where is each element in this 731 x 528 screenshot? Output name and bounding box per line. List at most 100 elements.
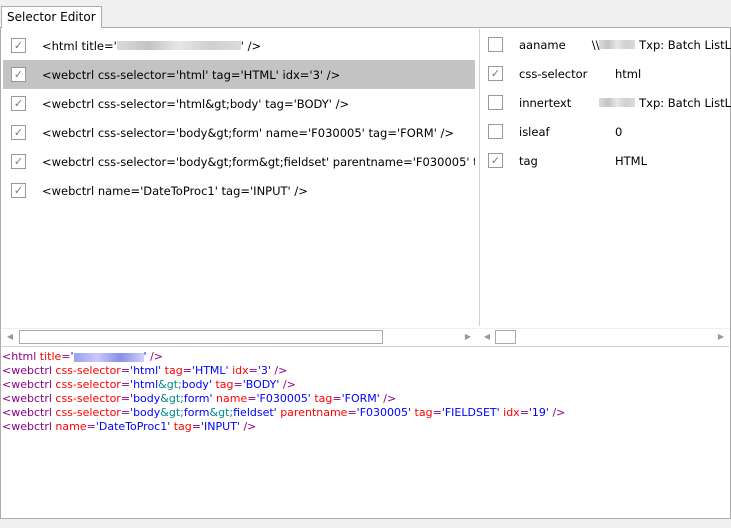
attribute-name: css-selector [519,66,588,81]
attribute-row[interactable]: aaname \\ Txp: Batch ListL [480,30,731,59]
editor-line: <webctrl css-selector='html' tag='HTML' … [2,364,729,378]
xml-punct: = [182,364,192,377]
xml-attr-name: tag [161,364,183,377]
xml-attr-value: 'F030005' [256,392,311,405]
attribute-row[interactable]: ✓ css-selector html [480,59,731,88]
checkbox[interactable] [488,124,503,139]
xml-attr-value: 'html' [130,364,162,377]
xml-punct: <webctrl [2,406,56,419]
attribute-value: \\ Txp: Batch ListL [592,38,731,52]
attribute-value: Txp: Batch ListL [599,96,731,110]
xml-attr-value: 'FORM' [341,392,380,405]
xml-attr-name: css-selector [55,392,121,405]
checkbox[interactable]: ✓ [11,154,26,169]
xml-attr-value: 'F030005' [356,406,412,419]
checkmark-icon: ✓ [13,126,24,139]
attribute-name: innertext [519,95,572,110]
xml-punct: = [120,378,131,391]
xml-attr-name: tag [211,378,234,391]
attribute-name: tag [519,153,538,168]
xml-attr-name: name [55,420,87,433]
attribute-list: aaname \\ Txp: Batch ListL ✓ css-selector ht… [479,29,731,326]
checkbox[interactable]: ✓ [11,67,26,82]
attribute-value-text: 0 [615,124,623,139]
xml-attr-name: css-selector [55,364,121,377]
redacted-value [116,41,241,50]
selector-row[interactable]: ✓ <webctrl name='DateToProc1' tag='INPUT'… [3,176,475,205]
xml-attr-value: body' [181,378,212,391]
xml-attr-value: 'HTML' [191,364,229,377]
selector-row[interactable]: ✓ <webctrl css-selector='body&gt;form&gt;… [3,147,475,176]
selector-text: <webctrl css-selector='html&gt;body' tag… [42,96,350,111]
xml-attr-name: tag [170,420,192,433]
selector-xml-editor[interactable]: <html title=' ' /> <webctrl css-selector='… [2,346,729,520]
xml-punct: /> [146,350,163,363]
xml-attr-value: 'DateToProc1' [95,420,171,433]
xml-attr-name: name [212,392,248,405]
xml-punct: = [120,392,131,405]
redacted-value [73,352,144,362]
xml-punct: <webctrl [2,364,56,377]
selector-text: <webctrl css-selector='html' tag='HTML' … [42,67,341,82]
selector-row[interactable]: ✓ <html title=' ' /> [3,31,475,60]
checkmark-icon: ✓ [13,68,24,81]
attribute-row[interactable]: isleaf 0 [480,117,731,146]
xml-entity: &gt; [160,392,184,405]
arrow-right-icon[interactable]: ▶ [462,331,474,343]
xml-attr-name: css-selector [55,406,121,419]
xml-punct: /> [379,392,397,405]
selector-row[interactable]: ✓ <webctrl css-selector='body&gt;form' na… [3,118,475,147]
xml-attr-name: tag [310,392,333,405]
checkbox[interactable]: ✓ [488,66,503,81]
xml-entity: &gt; [158,378,182,391]
xml-punct: <webctrl [2,420,56,433]
xml-attr-name: title [39,350,62,363]
checkbox[interactable]: ✓ [11,183,26,198]
editor-line: <webctrl css-selector='html&gt;body' tag… [2,378,729,392]
editor-line: <webctrl css-selector='body&gt;form&gt;f… [2,406,729,420]
selector-list-hscrollbar[interactable]: ◀ ▶ [2,328,477,344]
xml-attr-value: 'html [130,378,159,391]
xml-punct: /> [548,406,566,419]
selector-row[interactable]: ✓ <webctrl css-selector='html' tag='HTML'… [3,60,475,89]
checkbox[interactable] [488,37,503,52]
checkbox[interactable] [488,95,503,110]
selector-text: <webctrl css-selector='body&gt;form&gt;f… [42,154,475,169]
xml-attr-name: css-selector [55,378,121,391]
attribute-list-hscrollbar[interactable]: ◀ ▶ [479,328,730,344]
xml-punct: /> [239,420,257,433]
checkbox[interactable]: ✓ [11,38,26,53]
attribute-row[interactable]: ✓ tag HTML [480,146,731,175]
attribute-row[interactable]: innertext Txp: Batch ListL [480,88,731,117]
attribute-value-prefix: \\ [591,37,600,52]
checkmark-icon: ✓ [490,67,501,80]
checkbox[interactable]: ✓ [488,153,503,168]
xml-attr-value: form' [183,392,213,405]
scrollbar-thumb[interactable] [19,330,383,344]
xml-attr-name: parentname [276,406,348,419]
tab-selector-editor[interactable]: Selector Editor [1,6,102,28]
arrow-left-icon[interactable]: ◀ [4,331,16,343]
xml-entity: &gt; [209,406,234,419]
selector-text: <webctrl name='DateToProc1' tag='INPUT' … [42,183,308,198]
arrow-left-icon[interactable]: ◀ [481,331,493,343]
redacted-value [599,97,636,107]
arrow-right-icon[interactable]: ▶ [715,331,727,343]
xml-attr-name: tag [411,406,433,419]
scrollbar-thumb[interactable] [495,330,516,344]
xml-attr-value: 'FIELDSET' [441,406,500,419]
xml-punct: <webctrl [2,392,56,405]
editor-line: <html title=' ' /> [2,350,729,364]
checkmark-icon: ✓ [13,184,24,197]
xml-entity: &gt; [160,406,184,419]
attribute-value-text: HTML [615,153,648,168]
xml-punct: = [332,392,342,405]
checkmark-icon: ✓ [490,154,501,167]
checkbox[interactable]: ✓ [11,125,26,140]
selector-row[interactable]: ✓ <webctrl css-selector='html&gt;body' ta… [3,89,475,118]
editor-line: <webctrl name='DateToProc1' tag='INPUT' … [2,420,729,434]
attribute-name: isleaf [519,124,550,139]
checkbox[interactable]: ✓ [11,96,26,111]
xml-punct: = [347,406,357,419]
attribute-value-text: html [615,66,642,81]
